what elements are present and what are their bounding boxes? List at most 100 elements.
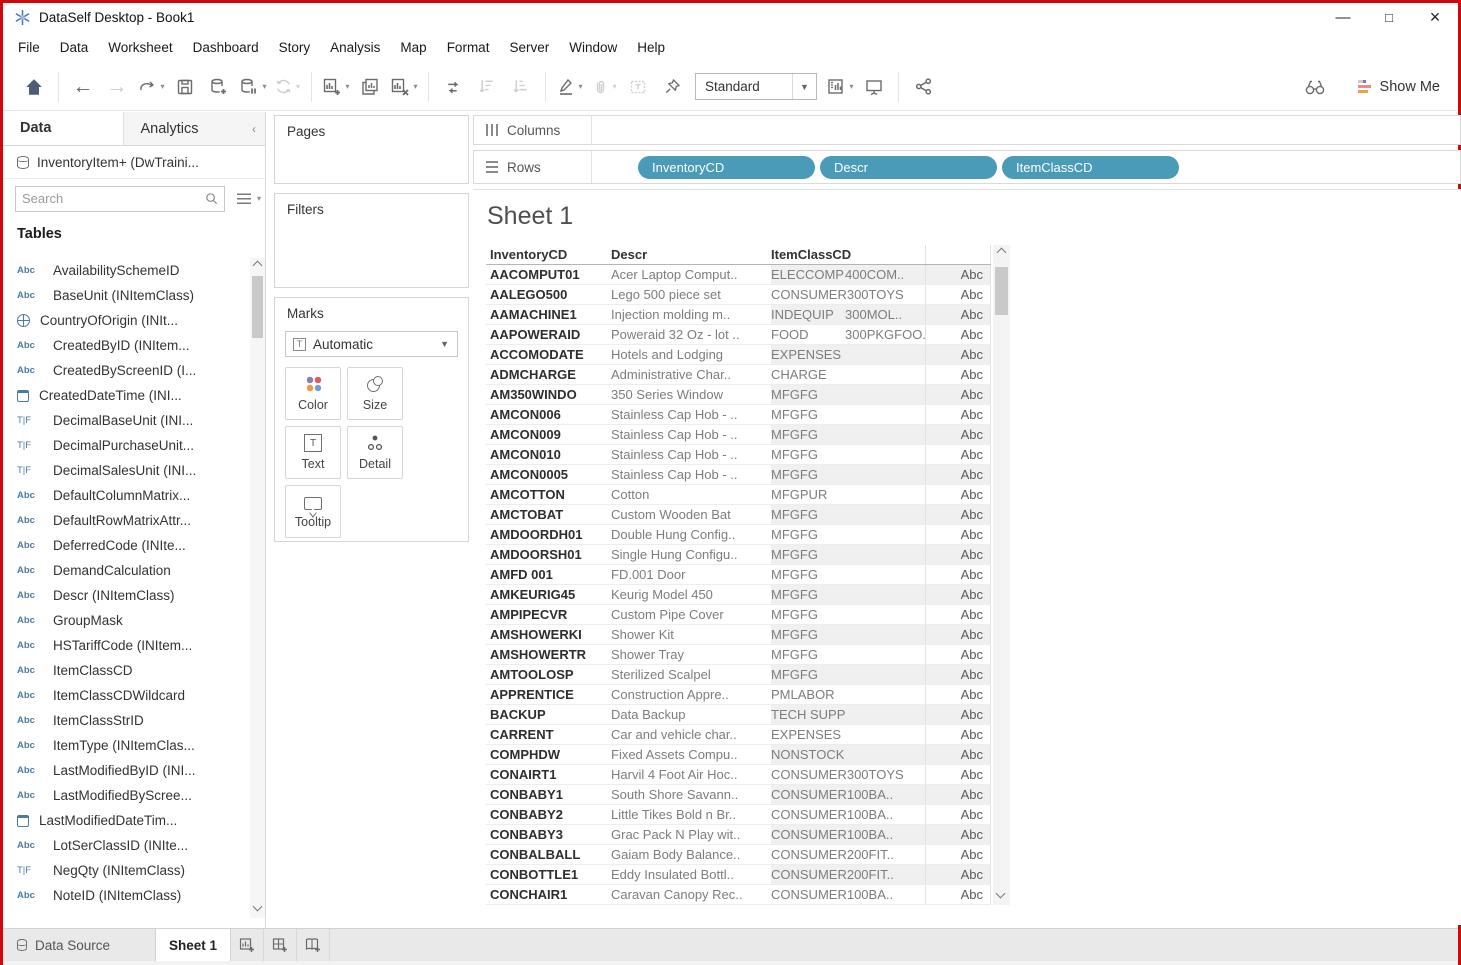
- mark-property-button[interactable]: Size: [347, 367, 403, 420]
- table-row[interactable]: CONBABY3 Grac Pack N Play wit.. CONSUMER…: [486, 825, 991, 845]
- save-button[interactable]: [170, 70, 200, 104]
- menu-item[interactable]: Map: [390, 35, 436, 60]
- cell-descr[interactable]: Cotton: [611, 485, 771, 504]
- new-datasource-button[interactable]: [204, 70, 234, 104]
- sheet-title[interactable]: Sheet 1: [487, 202, 573, 231]
- menu-item[interactable]: Story: [269, 35, 321, 60]
- cell-itemclasscd[interactable]: CHARGE: [771, 365, 926, 384]
- table-row[interactable]: CONBALBALL Gaiam Body Balance.. CONSUMER…: [486, 845, 991, 865]
- table-scrollbar[interactable]: [993, 245, 1010, 905]
- scroll-down-icon[interactable]: [996, 889, 1006, 899]
- cell-inventorycd[interactable]: AMFD 001: [486, 565, 611, 584]
- cell-inventorycd[interactable]: BACKUP: [486, 705, 611, 724]
- cell-itemclasscd[interactable]: EXPENSES: [771, 345, 926, 364]
- fit-mode-select[interactable]: Standard ▼: [695, 73, 817, 100]
- pause-updates-button[interactable]: ▾: [238, 70, 268, 104]
- home-button[interactable]: [19, 70, 49, 104]
- field-item[interactable]: AvailabilitySchemeID: [3, 258, 249, 283]
- table-row[interactable]: CONBOTTLE1 Eddy Insulated Bottl.. CONSUM…: [486, 865, 991, 885]
- cell-inventorycd[interactable]: AMDOORSH01: [486, 545, 611, 564]
- cell-inventorycd[interactable]: AAMACHINE1: [486, 305, 611, 324]
- cell-itemclasscd[interactable]: MFGFG: [771, 405, 926, 424]
- cell-itemclasscd[interactable]: CONSUMER 100BA..: [771, 785, 926, 804]
- group-members-button[interactable]: ▾: [589, 70, 619, 104]
- cell-inventorycd[interactable]: CONBALBALL: [486, 845, 611, 864]
- cell-inventorycd[interactable]: AMCON009: [486, 425, 611, 444]
- cell-inventorycd[interactable]: AACOMPUT01: [486, 265, 611, 284]
- cell-descr[interactable]: Hotels and Lodging: [611, 345, 771, 364]
- marks-card[interactable]: Marks T Automatic ▼ Color Size Text Deta…: [274, 297, 469, 542]
- cell-descr[interactable]: Gaiam Body Balance..: [611, 845, 771, 864]
- cell-mark-text[interactable]: Abc: [926, 605, 991, 624]
- show-me-button[interactable]: Show Me: [1358, 79, 1440, 95]
- cell-inventorycd[interactable]: ACCOMODATE: [486, 345, 611, 364]
- menu-item[interactable]: Worksheet: [98, 35, 182, 60]
- cell-mark-text[interactable]: Abc: [926, 645, 991, 664]
- sort-descending-button[interactable]: [506, 70, 536, 104]
- cell-mark-text[interactable]: Abc: [926, 825, 991, 844]
- table-row[interactable]: COMPHDW Fixed Assets Compu.. NONSTOCK Ab…: [486, 745, 991, 765]
- field-pill[interactable]: Descr: [820, 156, 997, 179]
- table-row[interactable]: AMKEURIG45 Keurig Model 450 MFGFG Abc: [486, 585, 991, 605]
- cell-mark-text[interactable]: Abc: [926, 705, 991, 724]
- cell-inventorycd[interactable]: AMCON0005: [486, 465, 611, 484]
- share-button[interactable]: [908, 70, 938, 104]
- cell-itemclasscd[interactable]: CONSUMER 100BA..: [771, 805, 926, 824]
- scrollbar-thumb[interactable]: [995, 267, 1008, 315]
- cell-descr[interactable]: Keurig Model 450: [611, 585, 771, 604]
- cell-descr[interactable]: Fixed Assets Compu..: [611, 745, 771, 764]
- table-row[interactable]: ADMCHARGE Administrative Char.. CHARGE A…: [486, 365, 991, 385]
- table-row[interactable]: CONAIRT1 Harvil 4 Foot Air Hoc.. CONSUME…: [486, 765, 991, 785]
- cell-mark-text[interactable]: Abc: [926, 565, 991, 584]
- cell-mark-text[interactable]: Abc: [926, 445, 991, 464]
- cell-itemclasscd[interactable]: MFGFG: [771, 585, 926, 604]
- cell-mark-text[interactable]: Abc: [926, 545, 991, 564]
- field-item[interactable]: CreatedByID (INItem...: [3, 333, 249, 358]
- cell-descr[interactable]: Double Hung Config..: [611, 525, 771, 544]
- table-row[interactable]: AMPIPECVR Custom Pipe Cover MFGFG Abc: [486, 605, 991, 625]
- table-row[interactable]: APPRENTICE Construction Appre.. PMLABOR …: [486, 685, 991, 705]
- field-item[interactable]: DecimalBaseUnit (INI...: [3, 408, 249, 433]
- cell-descr[interactable]: Grac Pack N Play wit..: [611, 825, 771, 844]
- cell-itemclasscd[interactable]: CONSUMER 300TOYS: [771, 765, 926, 784]
- cell-descr[interactable]: Stainless Cap Hob - ..: [611, 425, 771, 444]
- cell-descr[interactable]: Acer Laptop Comput..: [611, 265, 771, 284]
- menu-item[interactable]: Dashboard: [183, 35, 269, 60]
- cell-mark-text[interactable]: Abc: [926, 265, 991, 284]
- table-row[interactable]: AALEGO500 Lego 500 piece set CONSUMER 30…: [486, 285, 991, 305]
- clear-sheet-button[interactable]: ▾: [389, 70, 419, 104]
- fix-axes-pin-button[interactable]: [657, 70, 687, 104]
- cell-descr[interactable]: Shower Kit: [611, 625, 771, 644]
- field-item[interactable]: Descr (INItemClass): [3, 583, 249, 608]
- cell-inventorycd[interactable]: AMTOOLOSP: [486, 665, 611, 684]
- sort-ascending-button[interactable]: [472, 70, 502, 104]
- cell-itemclasscd[interactable]: MFGFG: [771, 625, 926, 644]
- rows-shelf[interactable]: Rows InventoryCDDescrItemClassCD: [473, 150, 1461, 184]
- cell-mark-text[interactable]: Abc: [926, 405, 991, 424]
- field-item[interactable]: DefaultRowMatrixAttr...: [3, 508, 249, 533]
- datasource-tab[interactable]: Data Source: [3, 929, 155, 961]
- forward-button[interactable]: →: [102, 70, 132, 104]
- cell-itemclasscd[interactable]: CONSUMER 200FIT..: [771, 845, 926, 864]
- field-item[interactable]: NoteID (INItemClass): [3, 883, 249, 908]
- scroll-down-icon[interactable]: [253, 902, 263, 912]
- cell-itemclasscd[interactable]: CONSUMER 200FIT..: [771, 865, 926, 884]
- duplicate-sheet-button[interactable]: [355, 70, 385, 104]
- table-row[interactable]: AMCON009 Stainless Cap Hob - .. MFGFG Ab…: [486, 425, 991, 445]
- field-pill[interactable]: InventoryCD: [638, 156, 815, 179]
- sidebar-tab[interactable]: Data: [3, 112, 123, 145]
- cell-descr[interactable]: Stainless Cap Hob - ..: [611, 465, 771, 484]
- cell-mark-text[interactable]: Abc: [926, 505, 991, 524]
- menu-item[interactable]: File: [8, 35, 50, 60]
- cell-itemclasscd[interactable]: MFGFG: [771, 445, 926, 464]
- cell-mark-text[interactable]: Abc: [926, 385, 991, 404]
- cell-inventorycd[interactable]: CONBOTTLE1: [486, 865, 611, 884]
- menu-item[interactable]: Server: [499, 35, 559, 60]
- new-story-tab-button[interactable]: [297, 929, 330, 961]
- cell-itemclasscd[interactable]: MFGPUR: [771, 485, 926, 504]
- cell-mark-text[interactable]: Abc: [926, 865, 991, 884]
- cell-itemclasscd[interactable]: FOOD 300PKGFOO..: [771, 325, 926, 344]
- cell-inventorycd[interactable]: CONCHAIR1: [486, 885, 611, 904]
- menu-item[interactable]: Window: [559, 35, 627, 60]
- swap-rows-columns-button[interactable]: [438, 70, 468, 104]
